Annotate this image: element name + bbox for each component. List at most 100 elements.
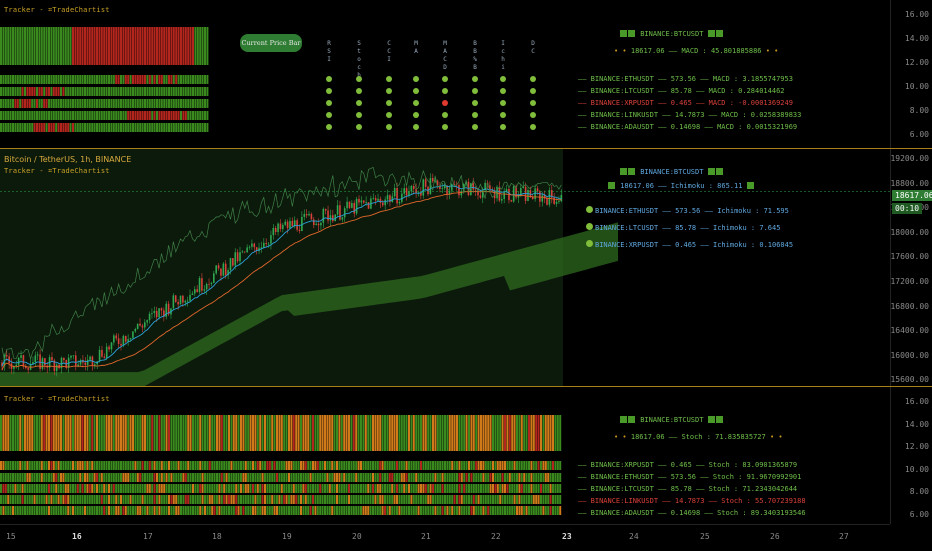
heat-bar xyxy=(326,495,329,504)
heat-bar xyxy=(182,123,185,132)
time-tick: 22 xyxy=(491,532,501,541)
heat-bar xyxy=(40,27,43,65)
heat-bar xyxy=(206,506,209,515)
heat-bar xyxy=(93,506,96,515)
heat-bar xyxy=(398,506,401,515)
main-chart-pane[interactable]: Bitcoin / TetherUS, 1h, BINANCE Tracker … xyxy=(0,149,890,386)
heat-bar xyxy=(40,484,43,493)
heat-bar xyxy=(453,484,456,493)
heat-bar xyxy=(228,473,230,482)
heat-bar xyxy=(141,87,144,96)
heat-bar xyxy=(400,495,403,504)
heat-bar xyxy=(64,484,67,493)
heat-bar xyxy=(523,506,526,515)
heat-bar xyxy=(2,484,5,493)
heat-bar xyxy=(38,506,41,515)
heat-bar xyxy=(280,415,283,451)
heat-bar xyxy=(369,484,372,493)
heat-bar xyxy=(556,461,559,470)
candle-body xyxy=(396,187,398,204)
heat-bar xyxy=(69,473,72,482)
heat-bar xyxy=(247,415,250,451)
heat-bar xyxy=(367,473,370,482)
heat-bar xyxy=(424,495,427,504)
heat-bar xyxy=(43,27,46,65)
heat-bar xyxy=(386,473,389,482)
heat-bar xyxy=(434,473,437,482)
heat-bar xyxy=(9,27,12,65)
heat-bar xyxy=(314,484,317,493)
heat-bar xyxy=(9,484,12,493)
heat-bar xyxy=(52,495,55,504)
bottom-price-scale[interactable]: 16.00 14.00 12.00 10.00 8.00 6.00 xyxy=(890,387,932,524)
heat-bar xyxy=(345,461,348,470)
heat-bar xyxy=(444,415,446,451)
heat-bar xyxy=(168,75,170,84)
heat-bar xyxy=(117,87,120,96)
heat-bar xyxy=(204,495,206,504)
top-price-scale[interactable]: 16.00 14.00 12.00 10.00 8.00 6.00 xyxy=(890,0,932,148)
heat-bar xyxy=(21,123,24,132)
heat-bar xyxy=(523,473,526,482)
candle-body xyxy=(139,323,141,326)
candle-body xyxy=(267,243,270,245)
heat-bar xyxy=(91,495,94,504)
bottom-indicator-pane[interactable]: Tracker - ⌗TradeChartist BINANCE:BTCUSDT… xyxy=(0,387,890,524)
heat-bar xyxy=(117,27,120,65)
heat-bar xyxy=(122,461,125,470)
heat-bar xyxy=(57,461,60,470)
heat-bar xyxy=(146,111,149,120)
top-indicator-pane[interactable]: Tracker - ⌗TradeChartist Current Price B… xyxy=(0,0,890,148)
status-dot xyxy=(326,100,332,106)
heat-bar xyxy=(160,27,163,65)
chart-symbol-title: Bitcoin / TetherUS, 1h, BINANCE xyxy=(4,155,132,164)
heat-bar xyxy=(43,461,46,470)
heat-bar xyxy=(285,484,288,493)
heat-bar xyxy=(24,99,26,108)
heat-bar xyxy=(136,27,139,65)
heat-bar xyxy=(283,495,286,504)
main-price-scale[interactable]: 19200.0018800.0018400.0018000.0017600.00… xyxy=(890,149,932,386)
heat-bar xyxy=(201,75,204,84)
heat-bar xyxy=(14,461,17,470)
heat-bar xyxy=(535,461,538,470)
heat-bar xyxy=(516,473,518,482)
candle-body xyxy=(441,188,444,189)
heat-bar xyxy=(242,415,245,451)
heat-bar xyxy=(489,473,492,482)
candle-body xyxy=(86,359,89,366)
heat-bar xyxy=(112,75,115,84)
candle-body xyxy=(393,187,396,197)
heat-bar xyxy=(247,506,250,515)
heat-bar xyxy=(523,415,526,451)
heat-bar xyxy=(105,461,108,470)
heat-bar xyxy=(223,506,226,515)
heat-bar xyxy=(187,473,190,482)
current-price-callout: Current Price Bar xyxy=(240,34,302,52)
heat-bar xyxy=(240,473,242,482)
heat-bar xyxy=(177,111,180,120)
heat-bar xyxy=(153,87,156,96)
heat-bar xyxy=(24,415,26,451)
heat-bar xyxy=(559,461,562,470)
heat-bar xyxy=(408,461,410,470)
heat-bar xyxy=(374,473,377,482)
heat-bar xyxy=(201,123,204,132)
heat-bar xyxy=(16,473,19,482)
heat-bar xyxy=(122,495,125,504)
heat-bar xyxy=(14,87,17,96)
heat-bar xyxy=(21,75,24,84)
heat-bar xyxy=(43,473,46,482)
time-axis[interactable]: 15 16 17 18 19 20 21 22 23 24 25 26 27 xyxy=(0,524,890,551)
heat-bar xyxy=(156,123,158,132)
scale-tick: 8.00 xyxy=(909,487,929,497)
heat-bar xyxy=(196,75,199,84)
heat-bar xyxy=(448,461,451,470)
heat-bar xyxy=(127,27,130,65)
heat-bar xyxy=(0,484,2,493)
heat-bar xyxy=(494,473,497,482)
heat-bar xyxy=(196,461,199,470)
heat-bar xyxy=(518,415,521,451)
heat-bar xyxy=(403,461,406,470)
heat-bar xyxy=(2,27,5,65)
